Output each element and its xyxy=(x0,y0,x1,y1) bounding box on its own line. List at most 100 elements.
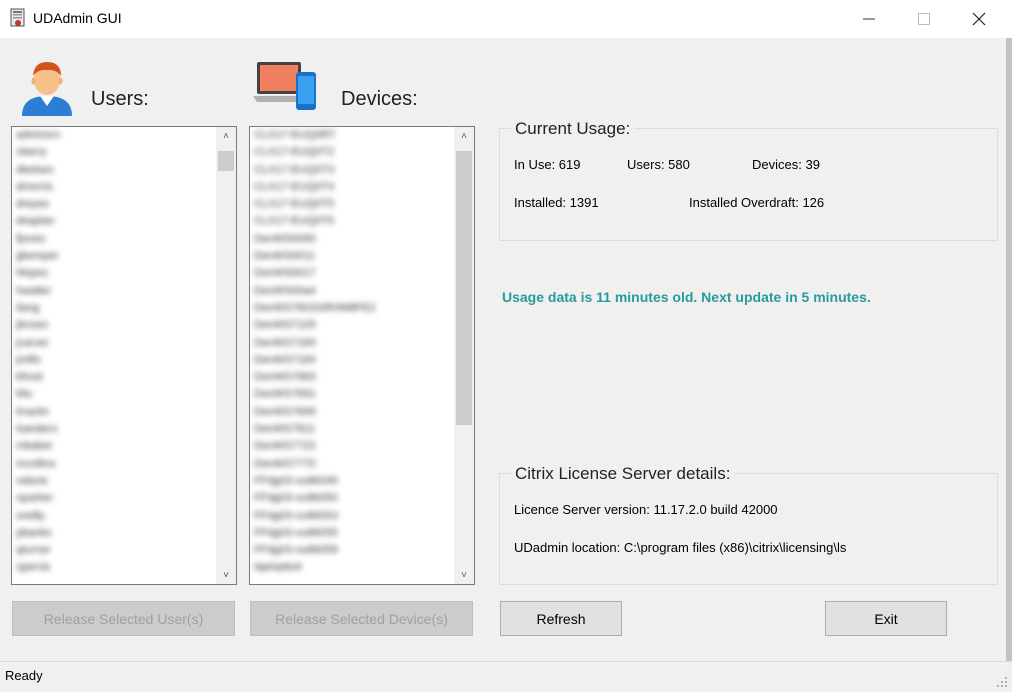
title-bar: UDAdmin GUI xyxy=(0,0,1012,38)
list-item[interactable]: CLX17-EUQ0T4 xyxy=(254,181,452,198)
list-item[interactable]: hlopez xyxy=(16,267,214,284)
status-text: Ready xyxy=(5,668,43,683)
list-item[interactable]: kfrost xyxy=(16,371,214,388)
app-icon xyxy=(10,8,25,27)
chevron-up-icon: ˄ xyxy=(461,130,467,142)
installed-value: Installed: 1391 xyxy=(514,195,599,210)
list-item[interactable]: FFdg03-vu86050 xyxy=(254,492,452,509)
list-item[interactable]: FFdg03-vu86053 xyxy=(254,510,452,527)
list-item[interactable]: DevWS7699 xyxy=(254,406,452,423)
user-icon xyxy=(22,62,72,116)
list-item[interactable]: FFdg03-vu86055 xyxy=(254,527,452,544)
list-item[interactable]: lsanders xyxy=(16,423,214,440)
list-item[interactable]: dmorris xyxy=(16,181,214,198)
exit-button[interactable]: Exit xyxy=(825,601,947,636)
list-item[interactable]: oreilly xyxy=(16,510,214,527)
scroll-up-button[interactable]: ˄ xyxy=(454,127,474,145)
devices-count-value: Devices: 39 xyxy=(752,157,820,172)
list-item[interactable]: DevWS7683 xyxy=(254,371,452,388)
usage-age-message: Usage data is 11 minutes old. Next updat… xyxy=(502,289,871,305)
list-item[interactable]: DevWS7811 xyxy=(254,423,452,440)
chevron-down-icon: ˅ xyxy=(461,569,467,581)
license-server-version: Licence Server version: 11.17.2.0 build … xyxy=(514,502,778,517)
udadmin-location: UDadmin location: C:\program files (x86)… xyxy=(514,540,847,555)
status-bar: Ready xyxy=(0,661,1012,692)
list-item[interactable]: CLX17-EUQ0T5 xyxy=(254,198,452,215)
list-item[interactable]: CLX17-EUQ0T2 xyxy=(254,146,452,163)
scroll-thumb[interactable] xyxy=(218,151,234,171)
list-item[interactable]: rgarcia xyxy=(16,561,214,578)
refresh-button[interactable]: Refresh xyxy=(500,601,622,636)
list-item[interactable]: lmartin xyxy=(16,406,214,423)
list-item[interactable]: FFdg03-vu86059 xyxy=(254,544,452,561)
maximize-icon xyxy=(918,13,930,25)
current-usage-group xyxy=(499,128,998,241)
resize-grip-icon[interactable] xyxy=(996,676,1008,688)
list-item[interactable]: ilang xyxy=(16,302,214,319)
list-item[interactable]: nparker xyxy=(16,492,214,509)
users-scrollbar[interactable]: ˄ ˅ xyxy=(216,127,236,584)
list-item[interactable]: DevWS7802GRHM8FE2 xyxy=(254,302,452,319)
window-title: UDAdmin GUI xyxy=(33,10,122,26)
list-item[interactable]: qturner xyxy=(16,544,214,561)
scroll-up-button[interactable]: ˄ xyxy=(216,127,236,145)
license-server-title: Citrix License Server details: xyxy=(511,464,735,484)
scroll-down-button[interactable]: ˅ xyxy=(454,566,474,584)
list-item[interactable]: CLX17-EUQ0T3 xyxy=(254,164,452,181)
list-item[interactable]: DevWS7770 xyxy=(254,458,452,475)
users-list-items: adminsrv cberry dkelsen dmorris dreyes ekapla… xyxy=(16,129,214,582)
maximize-button[interactable] xyxy=(901,0,947,38)
list-item[interactable]: cberry xyxy=(16,146,214,163)
users-list[interactable]: adminsrv cberry dkelsen dmorris dreyes ekapla… xyxy=(11,126,237,585)
list-item[interactable]: FFdg03-vu86049 xyxy=(254,475,452,492)
list-item[interactable]: jmills xyxy=(16,354,214,371)
list-item[interactable]: DevWS0011 xyxy=(254,250,452,267)
list-item[interactable]: mcollins xyxy=(16,458,214,475)
devices-list-items: CLX17-EUQ0RT CLX17-EUQ0T2 CLX17-EUQ0T3 CLX1… xyxy=(254,129,452,582)
close-icon xyxy=(972,12,986,26)
list-item[interactable]: laptoptest xyxy=(254,561,452,578)
release-devices-button[interactable]: Release Selected Device(s) xyxy=(250,601,473,636)
users-label: Users: xyxy=(91,88,149,110)
list-item[interactable]: DevWS7183 xyxy=(254,337,452,354)
devices-list[interactable]: CLX17-EUQ0RT CLX17-EUQ0T2 CLX17-EUQ0T3 CLX1… xyxy=(249,126,475,585)
minimize-icon xyxy=(863,18,875,20)
scroll-down-button[interactable]: ˅ xyxy=(216,566,236,584)
current-usage-title: Current Usage: xyxy=(511,119,635,139)
close-button[interactable] xyxy=(956,0,1002,38)
window-edge xyxy=(1006,38,1012,661)
list-item[interactable]: CLX17-EUQ0RT xyxy=(254,129,452,146)
devices-scrollbar[interactable]: ˄ ˅ xyxy=(454,127,474,584)
list-item[interactable]: adminsrv xyxy=(16,129,214,146)
chevron-down-icon: ˅ xyxy=(223,569,229,581)
chevron-up-icon: ˄ xyxy=(223,130,229,142)
devices-label: Devices: xyxy=(341,88,418,110)
list-item[interactable]: DevWS7722 xyxy=(254,440,452,457)
users-count-value: Users: 580 xyxy=(627,157,690,172)
list-item[interactable]: gkemper xyxy=(16,250,214,267)
list-item[interactable]: jcarver xyxy=(16,337,214,354)
list-item[interactable]: hwalter xyxy=(16,285,214,302)
in-use-value: In Use: 619 xyxy=(514,157,581,172)
list-item[interactable]: DevWS00a4 xyxy=(254,285,452,302)
minimize-button[interactable] xyxy=(846,0,892,38)
license-server-group xyxy=(499,473,998,585)
scroll-thumb[interactable] xyxy=(456,151,472,425)
list-item[interactable]: DevWS7184 xyxy=(254,354,452,371)
list-item[interactable]: DevWS0090 xyxy=(254,233,452,250)
list-item[interactable]: ndavis xyxy=(16,475,214,492)
laptop-phone-icon xyxy=(253,62,316,110)
list-item[interactable]: dreyes xyxy=(16,198,214,215)
list-item[interactable]: DevWS7105 xyxy=(254,319,452,336)
list-item[interactable]: mbaker xyxy=(16,440,214,457)
list-item[interactable]: DevWS7691 xyxy=(254,388,452,405)
list-item[interactable]: fjones xyxy=(16,233,214,250)
list-item[interactable]: ekaplan xyxy=(16,215,214,232)
list-item[interactable]: kliu xyxy=(16,388,214,405)
list-item[interactable]: dkelsen xyxy=(16,164,214,181)
list-item[interactable]: jbrown xyxy=(16,319,214,336)
list-item[interactable]: CLX17-EUQ0T6 xyxy=(254,215,452,232)
list-item[interactable]: DevWS0017 xyxy=(254,267,452,284)
list-item[interactable]: pbanks xyxy=(16,527,214,544)
release-users-button[interactable]: Release Selected User(s) xyxy=(12,601,235,636)
